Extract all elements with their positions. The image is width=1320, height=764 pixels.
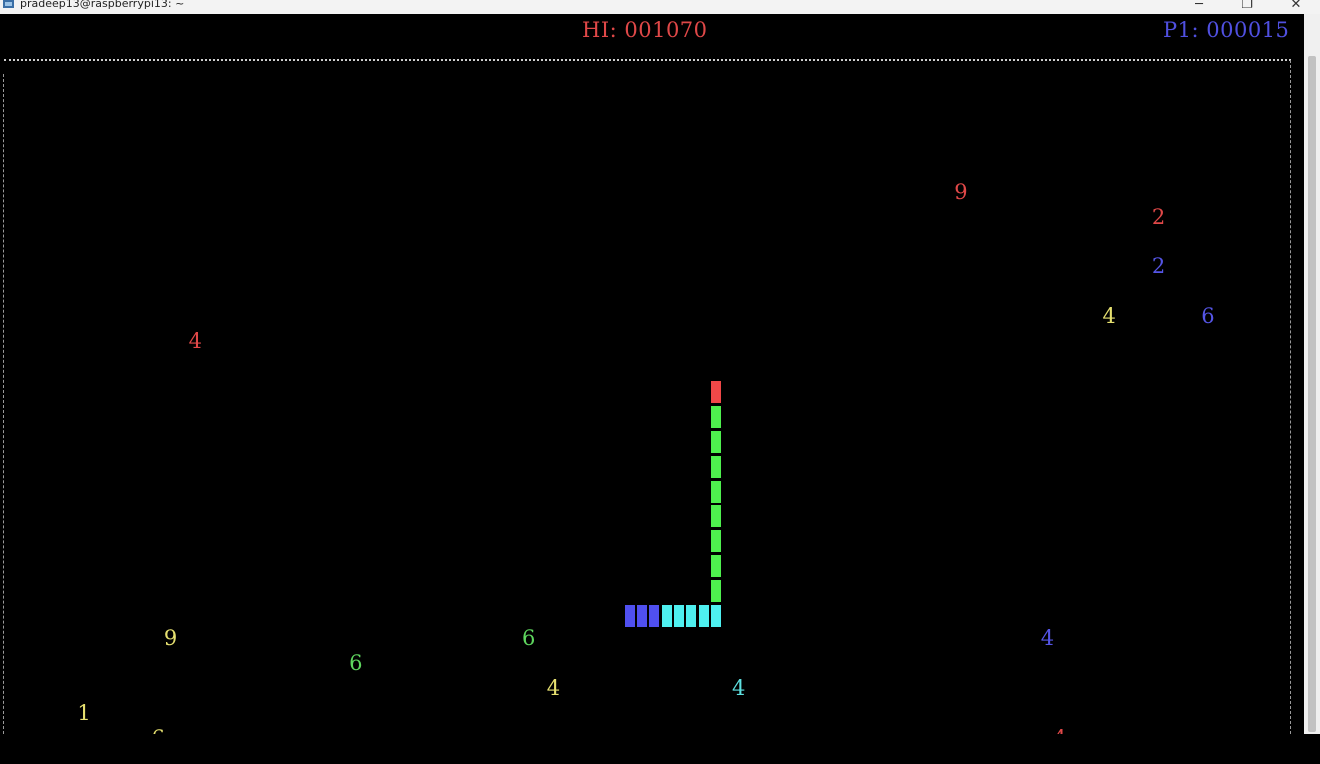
food-6: 6 bbox=[1201, 304, 1215, 328]
snake-segment bbox=[709, 554, 722, 578]
food-4: 4 bbox=[731, 676, 746, 700]
snake-segment bbox=[685, 603, 698, 628]
food-1: 1 bbox=[77, 700, 91, 725]
playfield-top-border bbox=[4, 59, 1291, 61]
snake-segment bbox=[709, 578, 722, 603]
food-4: 4 bbox=[1102, 304, 1116, 328]
snake-segment bbox=[709, 479, 722, 504]
food-6: 6 bbox=[349, 651, 363, 676]
playfield-left-border bbox=[3, 74, 4, 734]
snake-head bbox=[709, 380, 722, 405]
playfield-right-border bbox=[1290, 60, 1291, 734]
snake-segment bbox=[709, 529, 722, 554]
minimize-button[interactable]: ─ bbox=[1187, 0, 1211, 14]
snake-segment bbox=[660, 603, 673, 628]
food-2: 2 bbox=[1151, 204, 1166, 229]
food-9: 9 bbox=[954, 180, 968, 204]
window-title: pradeep13@raspberrypi13: ~ bbox=[20, 0, 185, 10]
food-4: 4 bbox=[546, 676, 561, 700]
restore-button[interactable]: ❐ bbox=[1235, 0, 1259, 14]
food-6: 6 bbox=[522, 626, 536, 651]
high-score: HI: 001070 bbox=[582, 18, 708, 42]
food-2: 2 bbox=[1151, 254, 1166, 279]
snake-segment bbox=[709, 454, 722, 479]
game-terminal[interactable]: HI: 001070 P1: 000015 9 2 2 4 6 4 9 6 4 6 4 4 1 6 4 bbox=[0, 14, 1304, 734]
snake-segment bbox=[709, 405, 722, 430]
snake-segment bbox=[709, 504, 722, 529]
snake-segment bbox=[709, 603, 722, 628]
snake-segment bbox=[623, 603, 636, 628]
bottom-strip bbox=[0, 734, 1320, 764]
food-4: 4 bbox=[1052, 726, 1068, 734]
scrollbar-thumb[interactable] bbox=[1308, 56, 1316, 732]
snake-segment bbox=[697, 603, 710, 628]
food-4: 4 bbox=[188, 328, 202, 353]
food-4: 4 bbox=[1040, 626, 1055, 651]
snake-segment bbox=[648, 603, 661, 628]
food-6: 6 bbox=[150, 726, 166, 734]
vertical-scrollbar[interactable] bbox=[1304, 14, 1320, 734]
snake-segment bbox=[709, 430, 722, 454]
terminal-app-icon bbox=[3, 0, 14, 8]
food-9: 9 bbox=[163, 626, 178, 651]
close-button[interactable]: ✕ bbox=[1284, 0, 1308, 14]
snake-segment bbox=[635, 603, 648, 628]
player1-score: P1: 000015 bbox=[1163, 18, 1290, 42]
window-titlebar: pradeep13@raspberrypi13: ~ ─ ❐ ✕ bbox=[0, 0, 1320, 14]
snake-segment bbox=[672, 603, 685, 628]
